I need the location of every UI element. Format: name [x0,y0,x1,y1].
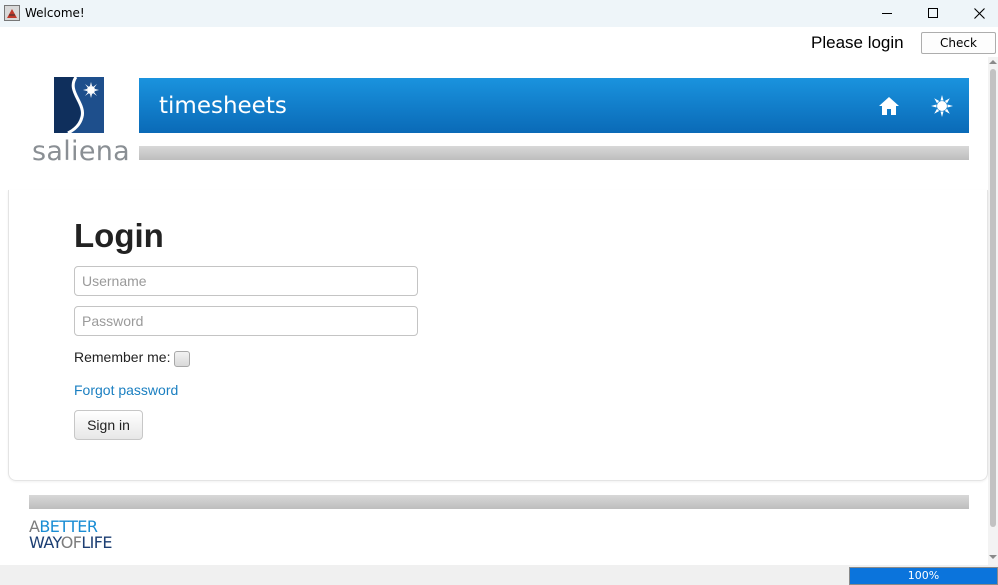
saliena-logo-mark [54,77,104,133]
login-status-text: Please login [811,33,904,52]
remember-me-checkbox[interactable] [174,351,190,367]
window-title: Welcome! [25,6,85,20]
forgot-password-link[interactable]: Forgot password [74,382,178,398]
footer-divider-bar [29,495,969,509]
tagline-logo: ABETTER WAYOFLIFE [29,519,112,551]
tagline-line-2: WAYOFLIFE [29,535,112,551]
scroll-up-arrow-icon[interactable] [989,59,997,65]
maximize-icon [928,8,938,18]
remember-me-label: Remember me: [74,349,171,365]
sun-icon[interactable] [931,95,953,117]
progress-bar: 100% [849,567,998,585]
vertical-scrollbar[interactable] [988,57,998,565]
tagline-life: LIFE [81,533,112,552]
scrollbar-thumb[interactable] [990,69,996,527]
window-titlebar: Welcome! [0,0,998,27]
minimize-button[interactable] [864,0,910,27]
tagline-of: OF [60,533,82,552]
sign-in-button[interactable]: Sign in [74,410,143,440]
logo-wordmark: saliena [32,136,130,167]
java-app-icon [4,5,20,21]
close-button[interactable] [956,0,998,27]
maximize-button[interactable] [910,0,956,27]
login-heading: Login [74,217,164,254]
username-input[interactable] [74,266,418,296]
status-bar: 100% [0,565,998,585]
home-icon[interactable] [878,96,900,116]
password-input[interactable] [74,306,418,336]
check-button[interactable]: Check [921,32,996,54]
header-banner: timesheets [139,78,969,133]
tagline-way: WAY [29,533,61,552]
close-icon [974,8,985,19]
progress-label: 100% [907,569,940,582]
app-title: timesheets [159,93,287,119]
header-divider-bar [139,146,969,160]
minimize-icon [882,13,892,14]
saliena-logo: saliena [32,76,130,168]
scroll-down-arrow-icon[interactable] [989,554,997,560]
